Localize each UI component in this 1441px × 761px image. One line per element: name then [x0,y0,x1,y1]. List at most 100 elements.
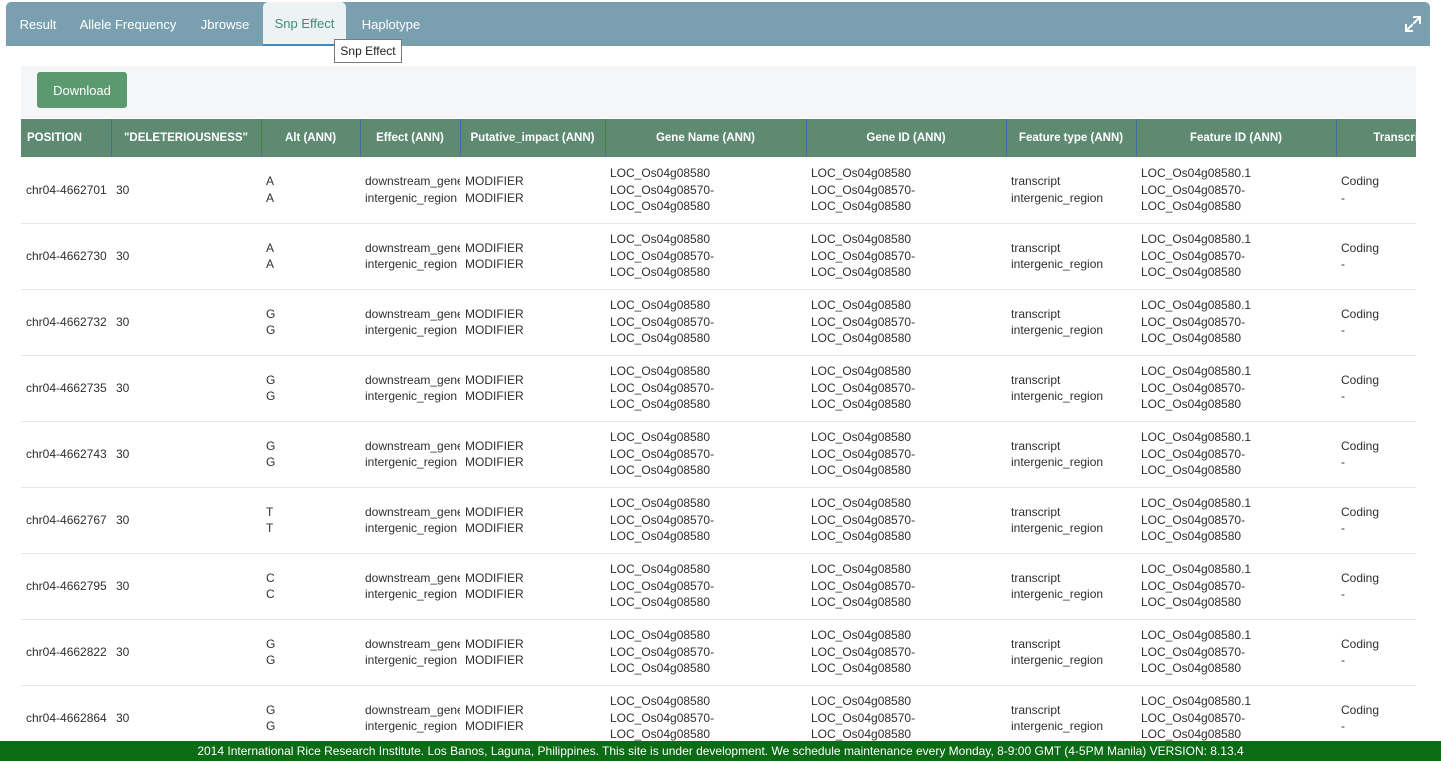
header-gene-id[interactable]: Gene ID (ANN) [806,119,1007,157]
table-row[interactable]: chr04-4662735 30 G Gdownstream_gene intergen… [21,355,1416,422]
header-feature-type[interactable]: Feature type (ANN) [1006,119,1137,157]
cell-transcript-biotype-line: - [1341,190,1345,205]
cell-position: chr04-4662767 [21,487,111,554]
cell-transcript-biotype-line: - [1341,521,1345,535]
cell-gene-id: LOC_Os04g08580 LOC_Os04g08570- LOC_Os04g08… [806,619,1006,686]
cell-feature-id-line: LOC_Os04g08570- [1141,512,1246,527]
cell-feature-id-line: LOC_Os04g08570- [1141,446,1246,461]
cell-effect-line: downstream_gene [365,240,460,255]
header-deleteriousness[interactable]: "DELETERIOUSNESS" [111,119,262,157]
cell-impact-line: MODIFIER [465,389,524,403]
cell-effect: downstream_gene intergenic_region [360,421,460,488]
cell-position: chr04-4662864 [21,685,111,741]
header-transcript-biotype[interactable]: Transcript Bi [1336,119,1416,157]
cell-deleteriousness: 30 [111,223,261,290]
table-row[interactable]: chr04-4662795 30 C Cdownstream_gene intergen… [21,553,1416,620]
cell-gene-name: LOC_Os04g08580 LOC_Os04g08570- LOC_Os04g08… [605,421,806,488]
cell-deleteriousness: 30 [111,553,261,620]
header-impact[interactable]: Putative_impact (ANN) [460,119,606,157]
cell-alt: GG [261,421,360,488]
cell-alt-line: G [266,653,276,667]
cell-feature-type: transcript intergenic_region [1006,355,1136,422]
cell-effect: downstream_gene intergenic_region [360,355,460,422]
cell-gene-id-line: LOC_Os04g08580 [811,199,912,213]
cell-gene-name-line: LOC_Os04g08570- [610,578,715,593]
cell-feature-type: transcript intergenic_region [1006,421,1136,488]
cell-alt-line: G [266,306,276,321]
cell-deleteriousness: 30 [111,289,261,356]
cell-transcript-biotype-line: - [1341,587,1345,601]
table-row[interactable]: chr04-4662732 30 G Gdownstream_gene intergen… [21,289,1416,356]
cell-deleteriousness: 30 [111,685,261,741]
cell-effect: downstream_gene intergenic_region [360,487,460,554]
cell-gene-name-line: LOC_Os04g08580 [610,496,711,511]
footer-text: 2014 International Rice Research Institu… [197,744,1244,758]
table-body: chr04-4662701 30 A Adownstream_gene intergen… [21,157,1416,741]
cell-gene-id-line: LOC_Os04g08580 [811,463,912,478]
header-feature-id[interactable]: Feature ID (ANN) [1136,119,1337,157]
cell-alt-line: G [266,636,276,651]
cell-gene-id-line: LOC_Os04g08570- [811,512,916,527]
tab-jbrowse[interactable]: Jbrowse [194,2,256,46]
cell-impact: MODIFIER MODIFIER [460,685,605,741]
header-alt[interactable]: Alt (ANN) [261,119,361,157]
cell-impact: MODIFIER MODIFIER [460,487,605,554]
cell-effect-line: intergenic_region [365,455,458,469]
cell-gene-name-line: LOC_Os04g08580 [610,529,711,544]
cell-gene-name-line: LOC_Os04g08570- [610,314,715,329]
cell-alt-line: G [266,719,276,733]
table-row[interactable]: chr04-4662864 30 G Gdownstream_gene intergen… [21,685,1416,741]
cell-effect-line: intergenic_region [365,190,458,205]
header-position[interactable]: POSITION [21,119,112,157]
header-effect[interactable]: Effect (ANN) [360,119,461,157]
cell-feature-type-line: transcript [1011,702,1061,717]
cell-gene-name-line: LOC_Os04g08580 [610,364,711,379]
cell-feature-type-line: transcript [1011,636,1061,651]
cell-alt: AA [261,157,360,224]
table-row[interactable]: chr04-4662743 30 G Gdownstream_gene intergen… [21,421,1416,488]
cell-alt-line: A [266,174,275,189]
table-row[interactable]: chr04-4662822 30 G Gdownstream_gene intergen… [21,619,1416,686]
tab-allele-frequency[interactable]: Allele Frequency [76,2,180,46]
cell-gene-id: LOC_Os04g08580 LOC_Os04g08570- LOC_Os04g08… [806,421,1006,488]
expand-icon[interactable] [1404,15,1422,33]
cell-gene-name-line: LOC_Os04g08580 [610,232,711,247]
cell-effect-line: intergenic_region [365,719,458,733]
cell-effect-line: intergenic_region [365,389,458,403]
cell-impact: MODIFIER MODIFIER [460,355,605,422]
cell-gene-id-line: LOC_Os04g08580 [811,661,912,676]
cell-impact-line: MODIFIER [465,190,524,205]
cell-feature-type: transcript intergenic_region [1006,487,1136,554]
cell-transcript-biotype-line: Coding [1341,174,1380,189]
table-row[interactable]: chr04-4662767 30 T Tdownstream_gene intergen… [21,487,1416,554]
cell-gene-id-line: LOC_Os04g08570- [811,380,916,395]
cell-transcript-biotype-line: Coding [1341,306,1380,321]
cell-gene-name: LOC_Os04g08580 LOC_Os04g08570- LOC_Os04g08… [605,157,806,224]
table-row[interactable]: chr04-4662701 30 A Adownstream_gene intergen… [21,157,1416,224]
cell-gene-id-line: LOC_Os04g08570- [811,578,916,593]
cell-gene-id: LOC_Os04g08580 LOC_Os04g08570- LOC_Os04g08… [806,685,1006,741]
cell-gene-name-line: LOC_Os04g08570- [610,446,715,461]
cell-effect-line: downstream_gene [365,372,460,387]
cell-transcript-biotype-line: - [1341,653,1345,667]
cell-feature-type-line: intergenic_region [1011,257,1104,271]
tab-result[interactable]: Result [10,2,66,46]
cell-alt-line: T [266,504,274,519]
cell-gene-name: LOC_Os04g08580 LOC_Os04g08570- LOC_Os04g08… [605,685,806,741]
table-row[interactable]: chr04-4662730 30 A Adownstream_gene intergen… [21,223,1416,290]
download-button[interactable]: Download [37,72,127,108]
cell-feature-type-line: intergenic_region [1011,719,1104,733]
cell-feature-type-line: intergenic_region [1011,587,1104,601]
cell-gene-name-line: LOC_Os04g08580 [610,661,711,676]
cell-feature-id-line: LOC_Os04g08570- [1141,710,1246,725]
cell-feature-type-line: intergenic_region [1011,521,1104,535]
cell-gene-name-line: LOC_Os04g08580 [610,265,711,280]
cell-feature-id-line: LOC_Os04g08580.1 [1141,166,1252,180]
cell-effect-line: downstream_gene [365,438,460,453]
cell-impact-line: MODIFIER [465,653,524,667]
cell-alt-line: A [266,190,275,205]
header-gene-name[interactable]: Gene Name (ANN) [605,119,807,157]
cell-impact-line: MODIFIER [465,521,524,535]
cell-feature-type: transcript intergenic_region [1006,619,1136,686]
footer-bar: 2014 International Rice Research Institu… [0,741,1441,761]
